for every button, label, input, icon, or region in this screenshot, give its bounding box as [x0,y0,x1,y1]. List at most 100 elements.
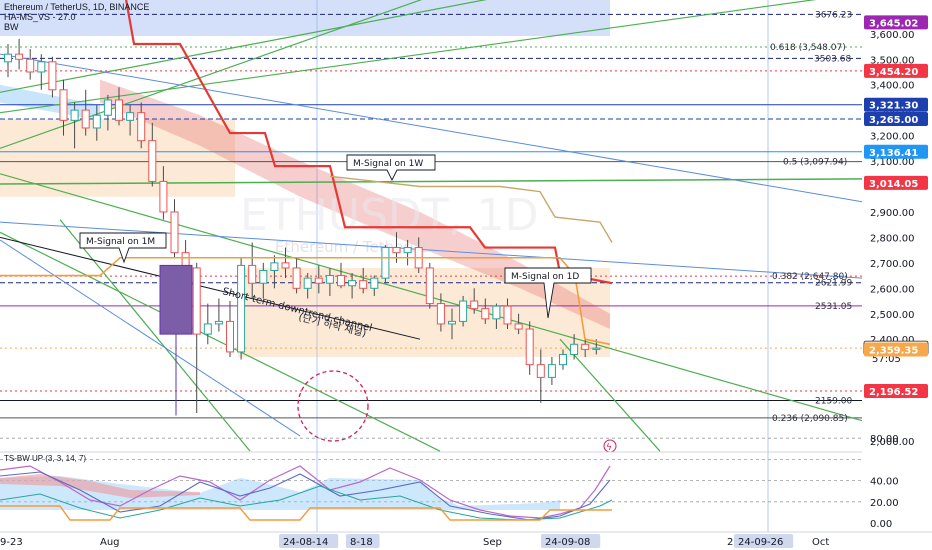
level-label: 2159.00 [815,397,852,407]
candle-body [547,364,556,378]
candle-body [570,343,579,355]
candle-body [392,247,401,254]
symbol-title: Ethereum / TetherUS, 1D, BINANCE [4,2,150,12]
candle-body [115,99,123,121]
watermark-ticker: ETHUSDT, 1D [240,190,539,241]
time-label-text: 8-18 [350,537,373,548]
candle-body [37,61,46,73]
candle-body [481,308,490,320]
candle-body [348,280,357,287]
price-tick-label: 2,900.00 [870,208,915,219]
time-label-text: 24-09-26 [738,537,783,548]
candle-body [48,61,57,91]
level-label: 0.5 (3,097.94) [783,158,847,168]
time-label: 24-08-14 [279,534,339,548]
watermark-name: Ethereum / TetherUS [275,238,430,256]
price-tick-label: 2,700.00 [870,259,915,270]
candle-body [70,109,79,121]
candle-body [259,269,268,284]
time-label-text: Sep [483,537,502,548]
price-tag-label: 3,014.05 [869,179,918,190]
candle-body [26,58,35,73]
monthly-candle-body [159,264,193,335]
candle-body [492,305,501,320]
price-tag-label: 3,136.41 [869,148,918,159]
price-tick-label: 3,200.00 [870,132,915,143]
osc-tick-label: 80.00 [870,434,899,445]
time-label-text: 9-23 [0,537,23,548]
indicator-ha-ms: HA-MS_VS - 27.0 [4,12,76,22]
level-label: 3676.23 [815,10,852,20]
candle-body [303,277,312,289]
candle-body [470,300,479,310]
time-label: 9-23 [0,537,23,548]
time-label: 24-09-08 [541,534,601,548]
time-label: 24-09-26 [734,534,794,548]
price-tag-label: 3,454.20 [869,67,918,78]
price-tick-label: 2,600.00 [870,284,915,295]
candle-body [525,328,534,366]
candle-body [292,267,301,289]
candle-body [281,262,290,269]
candle [381,245,390,284]
price-tag-label: 3,645.02 [869,18,918,29]
candle-body [15,53,24,60]
candle-body [337,275,345,287]
candle-body [536,364,545,378]
price-tag-label: 3,321.30 [869,101,918,112]
time-label: Oct [812,537,829,548]
callout-label: M-Signal on 1D [511,272,579,282]
level-label: 3503.68 [814,54,851,64]
price-tick-label: 2,800.00 [870,233,915,244]
candle-body [370,277,379,289]
price-tick-label: 3,600.00 [870,30,915,41]
time-label-text: Aug [100,537,120,548]
callout-label: M-Signal on 1W [353,159,423,169]
candle-body [270,262,279,271]
level-label: 0.236 (2,090.85) [772,414,848,424]
time-label: Aug [100,537,120,548]
price-tag-label: 2,359.35 [869,346,918,357]
candle-body [325,275,334,284]
candle-body [381,247,390,279]
candle-body [103,99,112,116]
price-tag: 3,265.00 [864,112,928,127]
candle-body [581,343,590,350]
price-tag-label: 3,265.00 [869,115,918,126]
trading-chart[interactable]: ETHUSDT, 1D Ethereum / TetherUS M-Signal… [0,0,932,550]
callout-label: M-Signal on 1M [86,237,155,247]
price-tag: 2,196.52 [864,383,928,398]
osc-tick-label: 40.00 [870,477,899,488]
candle [425,262,434,309]
candle-body [514,323,523,330]
candle-body [314,277,323,284]
time-label: 2 [727,537,733,548]
candle-body [436,303,445,325]
price-tag: 3,454.20 [864,63,928,78]
candle-body [126,112,135,121]
candle-body [592,347,601,350]
candle-body [203,323,212,335]
candle-body [559,353,567,366]
candle-body [192,267,201,335]
price-tick-label: 2,500.00 [870,310,915,321]
candle-body [403,247,412,254]
candle-body [248,264,257,284]
candle-body [503,305,512,325]
oscillator-title: TS-BW UP (3, 3, 14, 7) [4,454,87,463]
level-label: 2621.99 [815,279,852,289]
candle-body [81,109,90,129]
candle-body [214,320,223,325]
price-tag: 3,014.05 [864,175,928,190]
candle-body [159,180,168,213]
price-tick-label: 3,400.00 [870,81,915,92]
time-label-text: 24-08-14 [283,537,328,548]
candle-body [359,280,368,289]
price-tag-label: 2,196.52 [869,387,918,398]
candle-body [425,267,434,305]
osc-tick-label: 20.00 [870,498,899,509]
candle-body [59,89,68,121]
time-label-text: 24-09-08 [545,537,590,548]
time-label-text: Oct [812,537,829,548]
candle-body [137,112,146,142]
